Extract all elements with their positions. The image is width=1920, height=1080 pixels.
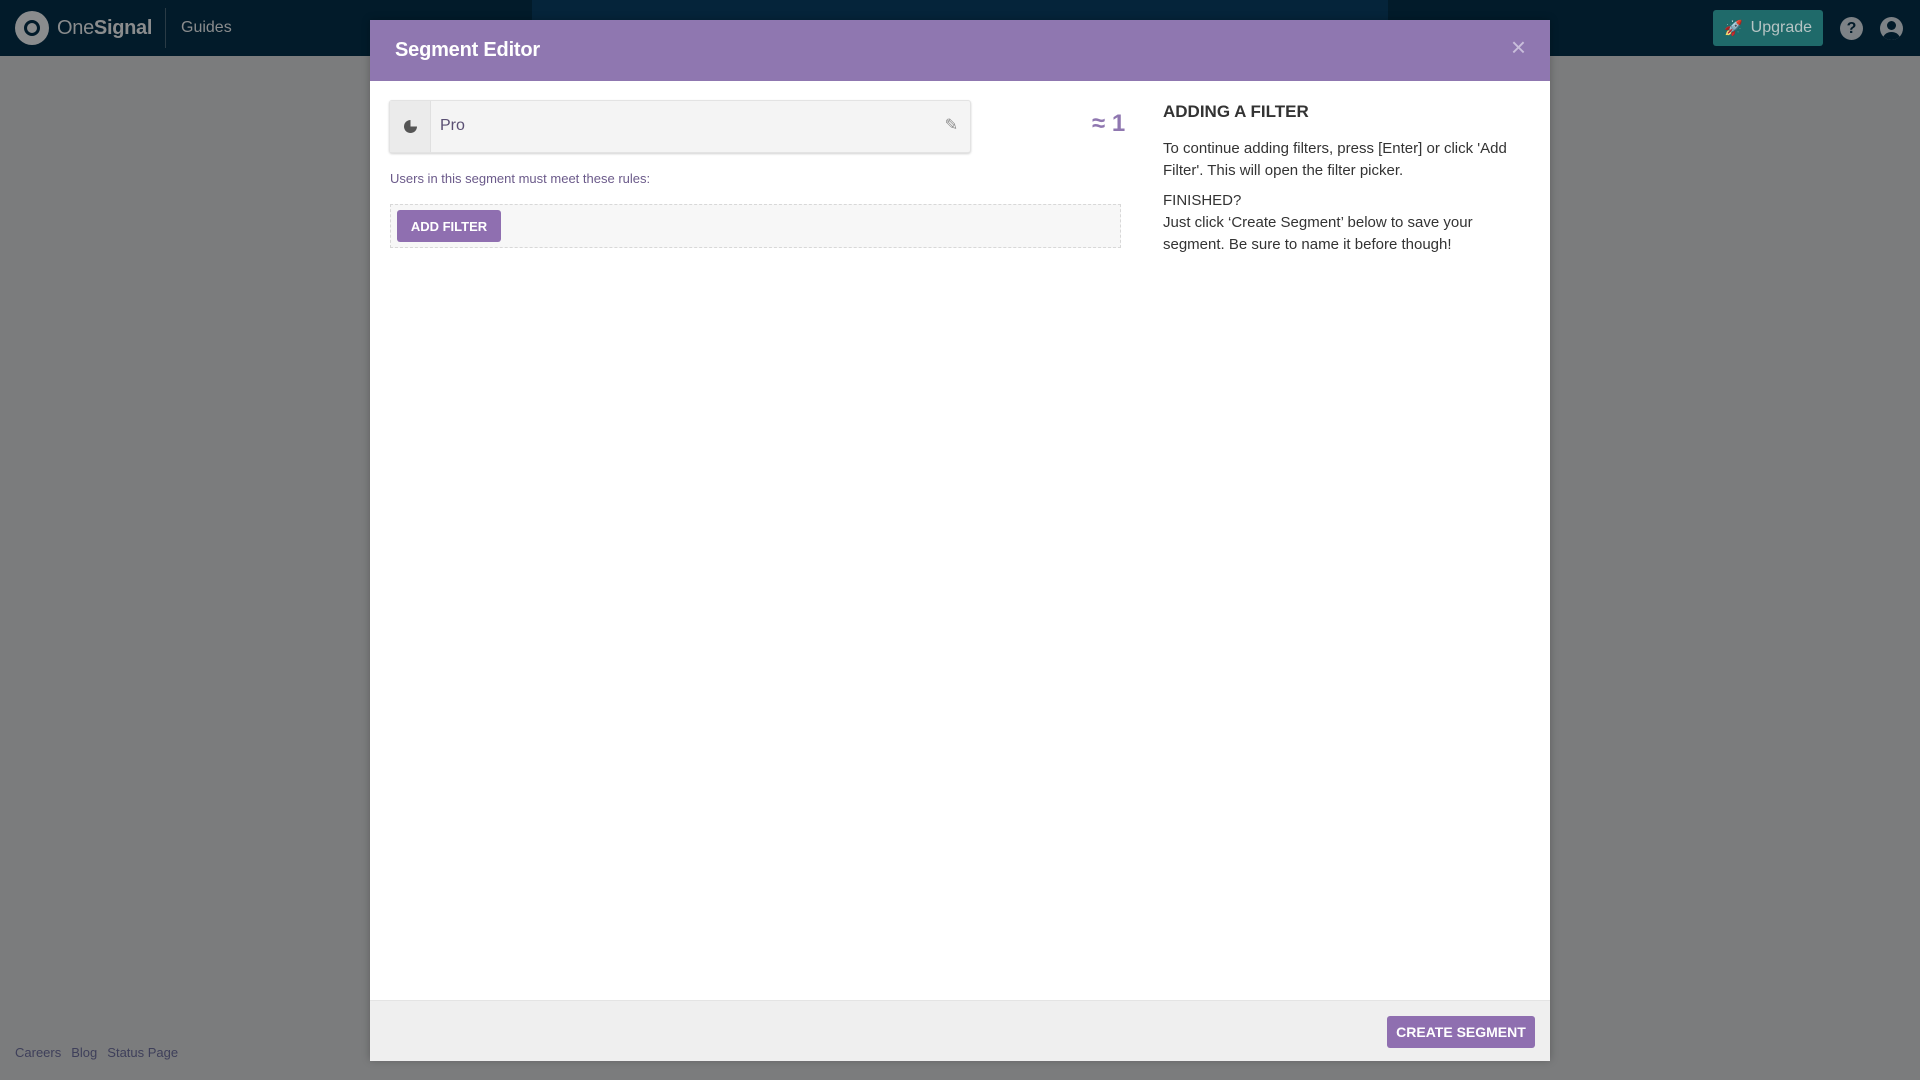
question-circle-icon[interactable]: ? bbox=[1840, 17, 1863, 40]
create-segment-button[interactable]: CREATE SEGMENT bbox=[1387, 1016, 1535, 1048]
nav-divider bbox=[165, 8, 166, 48]
modal-title: Segment Editor bbox=[395, 39, 540, 61]
footer-links: Careers Blog Status Page bbox=[15, 1045, 178, 1060]
filter-drop-area: ADD FILTER bbox=[390, 204, 1121, 248]
pencil-icon[interactable]: ✎ bbox=[945, 115, 958, 135]
segment-name-field[interactable]: Pro ✎ bbox=[389, 100, 971, 153]
modal-header: Segment Editor × bbox=[370, 20, 1550, 81]
user-avatar-icon[interactable] bbox=[1880, 17, 1903, 40]
upgrade-label: Upgrade bbox=[1750, 19, 1813, 36]
help-finished-heading: FINISHED? bbox=[1163, 192, 1242, 209]
segment-icon-container bbox=[390, 101, 431, 152]
nav-guides-link[interactable]: Guides bbox=[181, 19, 232, 37]
upgrade-button[interactable]: 🚀 Upgrade bbox=[1713, 10, 1823, 46]
segment-editor-modal: Segment Editor × Pro ✎ ≈ 1 Users in this… bbox=[370, 20, 1550, 1061]
estimated-user-count: ≈ 1 bbox=[1092, 110, 1126, 137]
segment-name-value[interactable]: Pro bbox=[440, 117, 465, 135]
help-title: ADDING A FILTER bbox=[1163, 102, 1309, 121]
rules-label: Users in this segment must meet these ru… bbox=[390, 171, 651, 186]
rocket-icon: 🚀 bbox=[1723, 20, 1743, 37]
close-icon[interactable]: × bbox=[1511, 34, 1526, 60]
add-filter-button[interactable]: ADD FILTER bbox=[397, 210, 501, 242]
help-panel: ADDING A FILTER To continue adding filte… bbox=[1163, 102, 1533, 264]
help-paragraph-adding: To continue adding filters, press [Enter… bbox=[1163, 140, 1507, 179]
footer-link-blog[interactable]: Blog bbox=[71, 1045, 97, 1060]
footer-link-careers[interactable]: Careers bbox=[15, 1045, 61, 1060]
brand-name: OneSignal bbox=[57, 16, 153, 39]
footer-link-status-page[interactable]: Status Page bbox=[107, 1045, 178, 1060]
onesignal-logo-icon bbox=[15, 11, 49, 45]
brand-logo[interactable]: OneSignal bbox=[15, 11, 152, 45]
help-paragraph-finished: Just click ‘Create Segment’ below to sav… bbox=[1163, 214, 1473, 253]
modal-footer: CREATE SEGMENT bbox=[370, 1000, 1550, 1061]
pie-chart-icon bbox=[403, 120, 417, 133]
